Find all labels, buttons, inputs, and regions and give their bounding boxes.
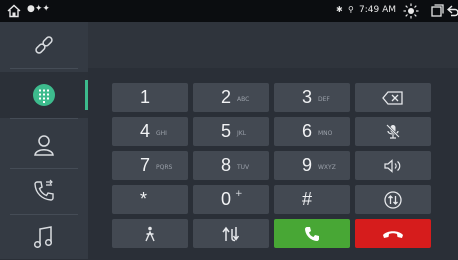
switch-call-button[interactable] — [193, 219, 269, 248]
key-8[interactable]: 8 TUV — [193, 151, 269, 180]
key-6[interactable]: 6 MNO — [274, 117, 350, 146]
sidebar-divider — [10, 118, 78, 119]
key-digit: * — [140, 189, 148, 209]
key-digit: 3 — [302, 87, 313, 107]
speaker-icon — [384, 158, 401, 173]
transfer-audio-button[interactable] — [355, 185, 431, 214]
key-letters: DEF — [318, 96, 330, 103]
sidebar-divider — [10, 68, 78, 69]
key-digit: 9 — [302, 155, 313, 175]
contacts-icon — [34, 135, 54, 156]
phone-icon — [305, 226, 319, 241]
key-letters: JKL — [237, 130, 247, 137]
swap-arrows-icon — [222, 226, 240, 241]
clock: 7:49 AM — [359, 5, 396, 15]
dialpad-icon — [33, 84, 55, 106]
sidebar-item-contacts[interactable] — [0, 122, 88, 168]
mute-microphone-icon — [386, 123, 400, 139]
speaker-button[interactable] — [355, 151, 431, 180]
key-0[interactable]: 0 + — [193, 185, 269, 214]
key-letters: TUV — [237, 164, 250, 171]
key-hash[interactable]: # — [274, 185, 350, 214]
key-letters: + — [235, 189, 243, 199]
sidebar — [0, 22, 88, 259]
person-icon — [145, 226, 155, 241]
hangup-button[interactable] — [355, 219, 431, 248]
brightness-icon[interactable] — [403, 3, 419, 19]
key-digit: 6 — [302, 121, 313, 141]
signal-indicator: ●✦✦ — [27, 4, 50, 14]
hold-button[interactable] — [112, 219, 188, 248]
key-star[interactable]: * — [112, 185, 188, 214]
key-letters: MNO — [318, 130, 333, 137]
swap-icon — [384, 190, 402, 209]
sidebar-item-dialpad[interactable] — [0, 72, 88, 118]
key-9[interactable]: 9 WXYZ — [274, 151, 350, 180]
key-7[interactable]: 7 PQRS — [112, 151, 188, 180]
key-1[interactable]: 1 — [112, 83, 188, 112]
location-icon: ⚲ — [348, 5, 354, 14]
key-digit: 0 — [221, 189, 232, 209]
key-digit: 4 — [140, 121, 151, 141]
back-icon[interactable] — [447, 4, 458, 17]
call-log-icon — [34, 179, 54, 201]
key-3[interactable]: 3 DEF — [274, 83, 350, 112]
key-digit: 7 — [140, 155, 151, 175]
bluetooth-icon: ✱ — [336, 5, 343, 14]
link-icon — [35, 36, 53, 54]
key-5[interactable]: 5 JKL — [193, 117, 269, 146]
status-bar: ●✦✦ ✱ ⚲ 7:49 AM — [0, 0, 458, 22]
sidebar-item-music[interactable] — [0, 214, 88, 260]
key-2[interactable]: 2 ABC — [193, 83, 269, 112]
home-icon[interactable] — [7, 4, 21, 18]
key-digit: 5 — [221, 121, 232, 141]
call-button[interactable] — [274, 219, 350, 248]
backspace-icon — [382, 90, 403, 105]
music-icon — [33, 226, 53, 249]
sidebar-item-link[interactable] — [0, 22, 88, 68]
key-digit: 8 — [221, 155, 232, 175]
recent-apps-icon[interactable] — [431, 4, 444, 17]
key-letters: ABC — [237, 96, 250, 103]
key-letters: PQRS — [156, 164, 173, 171]
sidebar-item-call-log[interactable] — [0, 168, 88, 214]
key-4[interactable]: 4 GHI — [112, 117, 188, 146]
backspace-button[interactable] — [355, 83, 431, 112]
key-digit: # — [302, 189, 313, 209]
hangup-icon — [383, 230, 403, 238]
key-letters: GHI — [156, 130, 167, 137]
mute-button[interactable] — [355, 117, 431, 146]
number-display-bar — [88, 22, 458, 68]
key-letters: WXYZ — [318, 164, 336, 171]
key-digit: 1 — [140, 87, 151, 107]
key-digit: 2 — [221, 87, 232, 107]
